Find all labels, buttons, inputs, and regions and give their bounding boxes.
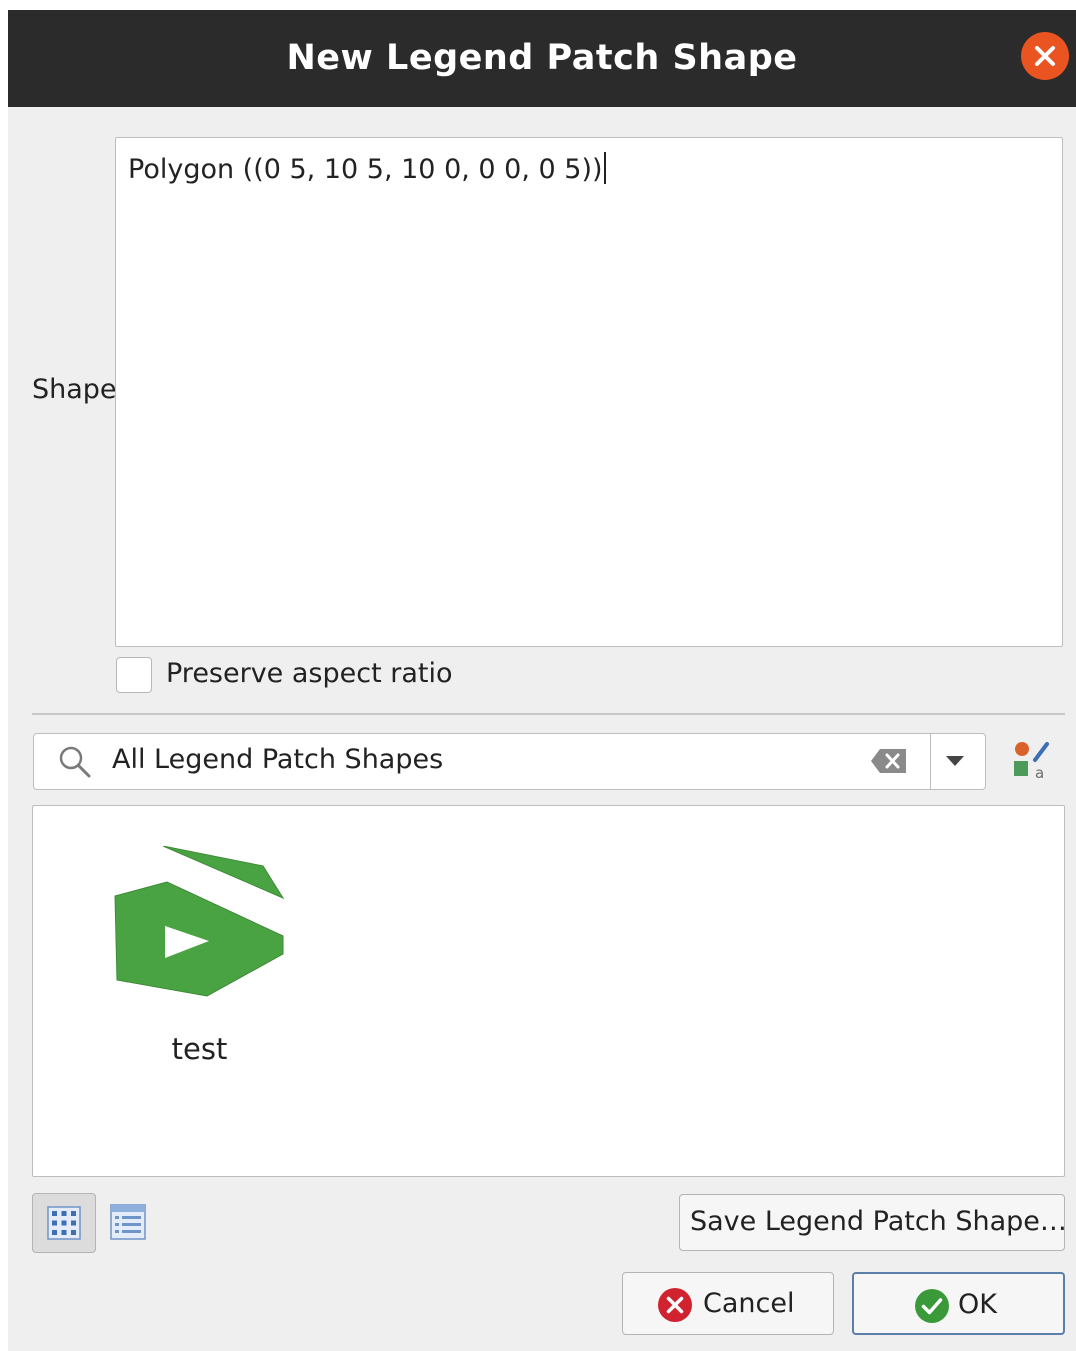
close-icon — [1035, 46, 1055, 66]
dialog: New Legend Patch Shape Shape Polygon ((0… — [8, 10, 1076, 1351]
svg-text:a: a — [1035, 764, 1044, 780]
ok-check-icon — [915, 1289, 949, 1323]
close-button[interactable] — [1021, 32, 1069, 80]
shape-wkt-editor[interactable]: Polygon ((0 5, 10 5, 10 0, 0 0, 0 5)) — [115, 137, 1063, 647]
dialog-title: New Legend Patch Shape — [286, 38, 798, 78]
preserve-aspect-ratio-checkbox[interactable] — [116, 657, 152, 693]
shape-wkt-text: Polygon ((0 5, 10 5, 10 0, 0 0, 0 5)) — [128, 154, 603, 185]
ok-button-label: OK — [958, 1289, 997, 1320]
combo-separator — [930, 734, 931, 789]
style-manager-icon[interactable]: a — [1011, 740, 1051, 780]
preserve-aspect-ratio-label[interactable]: Preserve aspect ratio — [166, 658, 453, 689]
legend-shape-gallery: test — [32, 805, 1065, 1177]
text-caret — [603, 152, 606, 184]
search-input[interactable]: All Legend Patch Shapes — [112, 744, 443, 775]
search-icon — [59, 746, 91, 778]
save-legend-patch-shape-button[interactable]: Save Legend Patch Shape… — [679, 1194, 1067, 1251]
clear-text-icon[interactable] — [870, 748, 908, 774]
search-combobox[interactable]: All Legend Patch Shapes — [33, 733, 986, 790]
shape-label: Shape — [32, 374, 117, 405]
cancel-button[interactable]: Cancel — [622, 1272, 834, 1335]
cancel-button-label: Cancel — [703, 1288, 795, 1319]
dropdown-arrow-icon[interactable] — [945, 754, 965, 768]
title-bar: New Legend Patch Shape — [8, 10, 1076, 107]
icon-view-button[interactable] — [32, 1193, 96, 1253]
ok-button[interactable]: OK — [852, 1272, 1065, 1335]
legend-patch-shape-icon — [114, 846, 285, 997]
save-button-label: Save Legend Patch Shape… — [690, 1206, 1067, 1237]
icon-view-icon — [47, 1206, 81, 1240]
gallery-item[interactable]: test — [113, 846, 293, 1086]
cancel-icon — [658, 1288, 692, 1322]
list-view-icon[interactable] — [108, 1202, 148, 1242]
divider — [32, 713, 1065, 715]
gallery-item-label: test — [171, 1032, 228, 1066]
